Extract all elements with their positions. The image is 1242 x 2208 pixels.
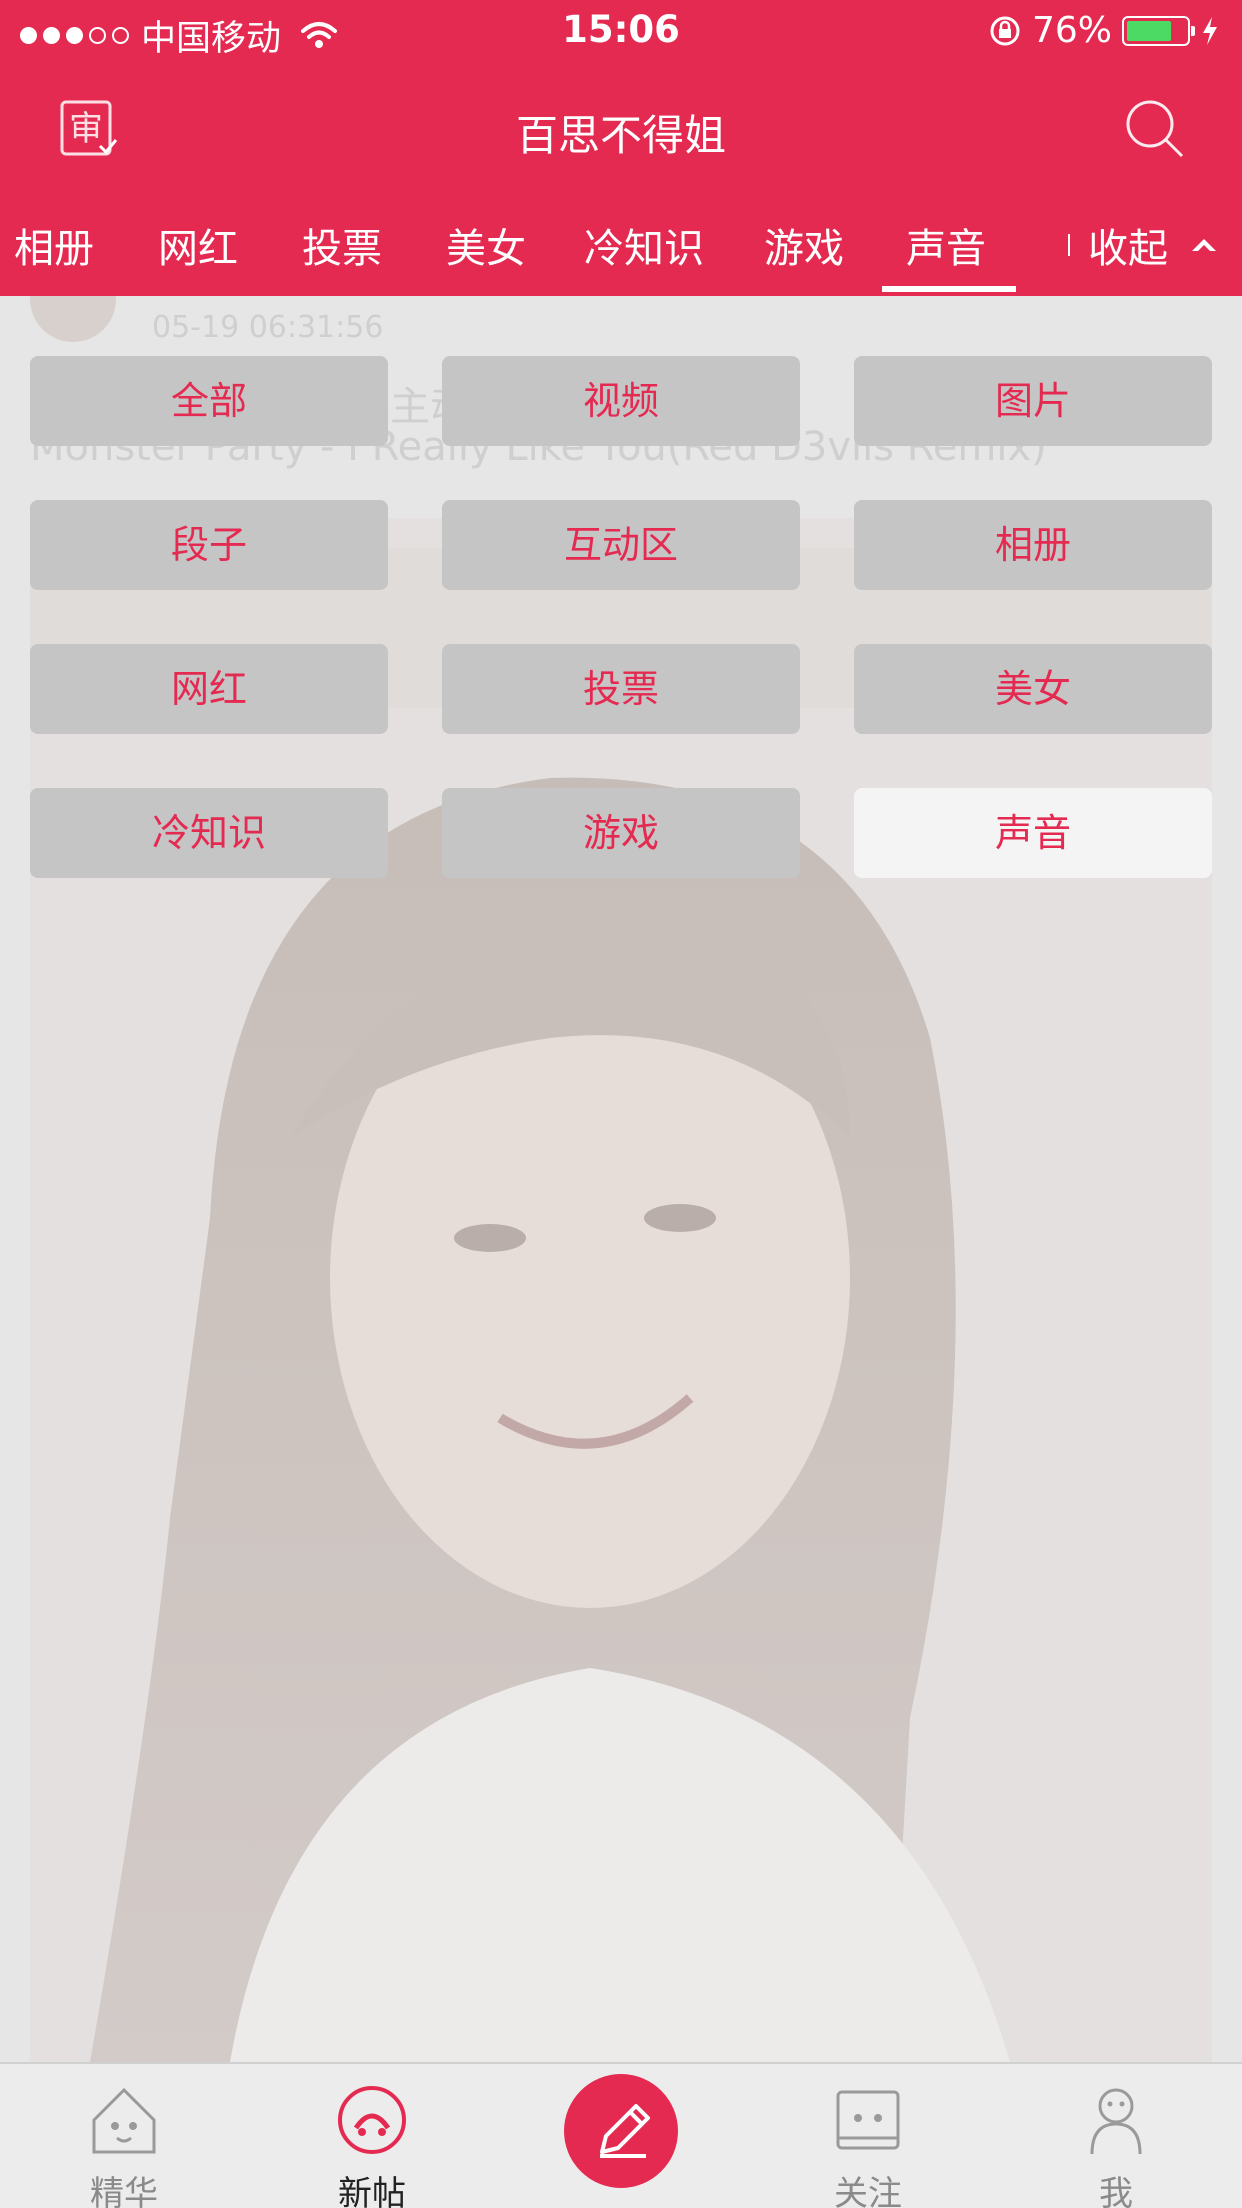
tabbar-me-label: 我 bbox=[1099, 2174, 1133, 2208]
edit-icon bbox=[600, 2104, 650, 2158]
search-icon bbox=[1126, 100, 1184, 158]
category-beauty[interactable]: 美女 bbox=[854, 644, 1212, 734]
tab-vote[interactable]: 投票 bbox=[302, 216, 382, 274]
portrait-photo bbox=[30, 518, 1212, 2062]
post-image[interactable] bbox=[30, 518, 1212, 2062]
app-header: 中国移动 15:06 76% 审 百思不得姐 相册 网红 投票 美女 冷知识 游… bbox=[0, 0, 1242, 296]
follow-icon bbox=[836, 2090, 900, 2150]
collapse-label: 收起 bbox=[1088, 226, 1168, 272]
category-vote[interactable]: 投票 bbox=[442, 644, 800, 734]
category-all[interactable]: 全部 bbox=[30, 356, 388, 446]
tabbar-me[interactable]: 我 bbox=[1036, 2082, 1196, 2208]
nav-bar: 审 百思不得姐 bbox=[0, 62, 1242, 192]
orientation-lock-icon bbox=[990, 16, 1020, 45]
tabbar-essence-label: 精华 bbox=[90, 2174, 158, 2208]
post-time: 05-19 06:31:56 bbox=[152, 310, 384, 345]
avatar[interactable] bbox=[30, 296, 116, 342]
home-icon bbox=[92, 2087, 156, 2154]
category-album[interactable]: 相册 bbox=[854, 500, 1212, 590]
collapse-button[interactable]: 收起 bbox=[1068, 216, 1220, 274]
tab-sound[interactable]: 声音 bbox=[906, 216, 986, 274]
search-button[interactable] bbox=[1124, 98, 1186, 160]
battery-percent: 76% bbox=[1031, 10, 1112, 51]
tabbar-follow-label: 关注 bbox=[834, 2174, 902, 2208]
profile-icon bbox=[1090, 2088, 1142, 2155]
battery-icon bbox=[1122, 15, 1195, 46]
bottom-tab-bar: 精华 新帖 关注 我 bbox=[0, 2062, 1242, 2208]
new-post-icon bbox=[338, 2086, 406, 2154]
battery-level-fill bbox=[1127, 20, 1172, 41]
compose-button[interactable] bbox=[564, 2074, 678, 2188]
category-game[interactable]: 游戏 bbox=[442, 788, 800, 878]
tab-beauty[interactable]: 美女 bbox=[446, 216, 526, 274]
category-trivia[interactable]: 冷知识 bbox=[30, 788, 388, 878]
tab-album[interactable]: 相册 bbox=[14, 216, 94, 274]
category-interactive[interactable]: 互动区 bbox=[442, 500, 800, 590]
charging-bolt-icon bbox=[1203, 16, 1217, 45]
status-bar: 中国移动 15:06 76% bbox=[0, 0, 1242, 62]
tabbar-follow[interactable]: 关注 bbox=[788, 2082, 948, 2208]
divider bbox=[1068, 234, 1070, 256]
category-influencer[interactable]: 网红 bbox=[30, 644, 388, 734]
active-tab-indicator bbox=[882, 286, 1016, 292]
tab-trivia[interactable]: 冷知识 bbox=[584, 216, 704, 274]
tab-influencer[interactable]: 网红 bbox=[158, 216, 238, 274]
tabbar-essence[interactable]: 精华 bbox=[44, 2082, 204, 2208]
tabbar-new-post[interactable]: 新帖 bbox=[292, 2082, 452, 2208]
category-sound[interactable]: 声音 bbox=[854, 788, 1212, 878]
category-jokes[interactable]: 段子 bbox=[30, 500, 388, 590]
tabbar-new-post-label: 新帖 bbox=[338, 2174, 406, 2208]
page-title: 百思不得姐 bbox=[515, 111, 726, 160]
tab-game[interactable]: 游戏 bbox=[764, 216, 844, 274]
category-picture[interactable]: 图片 bbox=[854, 356, 1212, 446]
chevron-up-icon bbox=[1192, 239, 1216, 251]
category-video[interactable]: 视频 bbox=[442, 356, 800, 446]
category-tab-strip: 相册 网红 投票 美女 冷知识 游戏 声音 收起 bbox=[0, 206, 1242, 296]
